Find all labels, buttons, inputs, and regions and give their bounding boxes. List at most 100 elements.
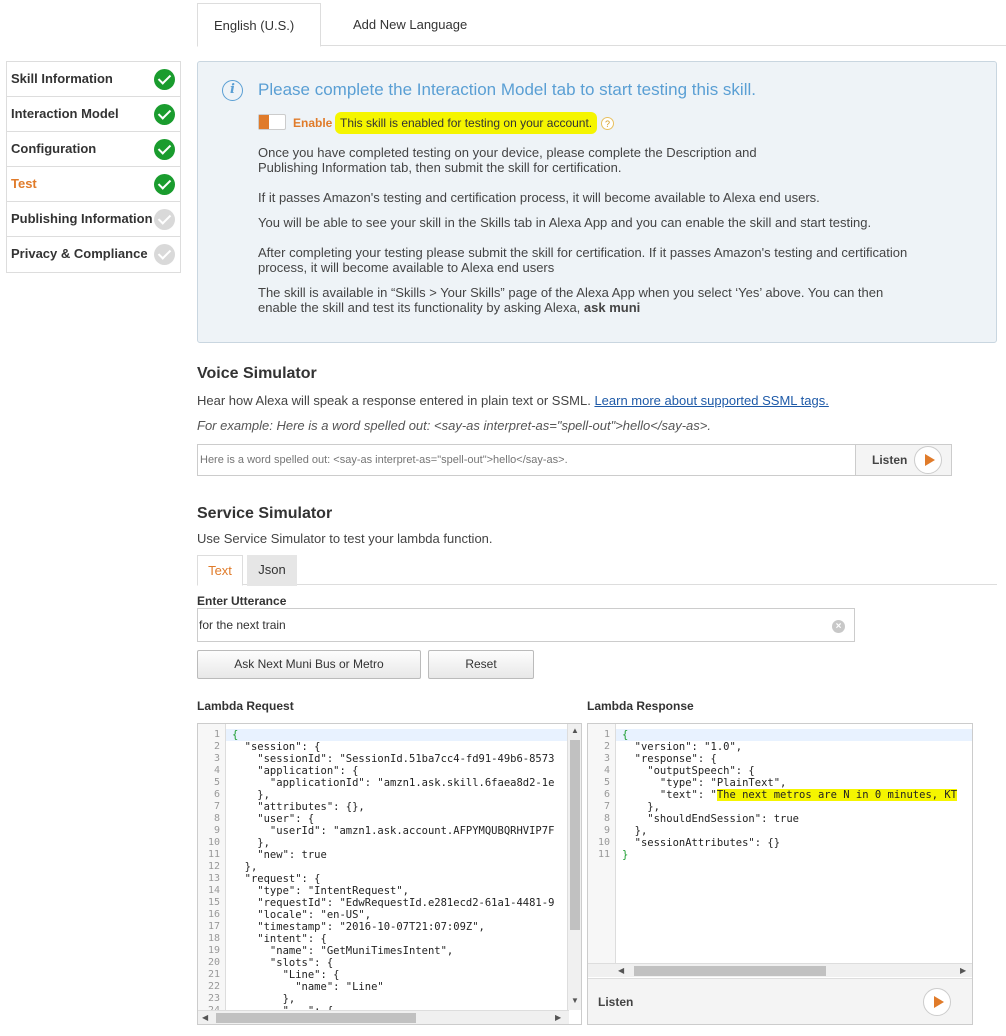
code-line: "request": { bbox=[232, 873, 321, 885]
line-number: 13 bbox=[207, 873, 220, 884]
scroll-left-icon[interactable]: ◀ bbox=[202, 1013, 208, 1022]
line-number: 11 bbox=[207, 849, 220, 860]
sidebar-item-label: Publishing Information bbox=[11, 211, 153, 226]
scroll-right-icon[interactable]: ▶ bbox=[555, 1013, 561, 1022]
scroll-thumb[interactable] bbox=[570, 740, 580, 930]
scroll-thumb[interactable] bbox=[216, 1013, 416, 1023]
voice-simulator-title: Voice Simulator bbox=[197, 365, 317, 382]
line-number: 20 bbox=[207, 957, 220, 968]
line-number: 4 bbox=[603, 765, 610, 776]
line-number: 12 bbox=[207, 861, 220, 872]
line-number: 7 bbox=[213, 801, 220, 812]
line-number: 9 bbox=[603, 825, 610, 836]
line-number: 5 bbox=[603, 777, 610, 788]
code-line: "intent": { bbox=[232, 933, 327, 945]
info-paragraph-5a: The skill is available in “Skills > Your… bbox=[258, 285, 884, 300]
code-line: }, bbox=[232, 993, 296, 1005]
scroll-right-icon[interactable]: ▶ bbox=[960, 966, 966, 975]
current-line-highlight bbox=[616, 729, 972, 741]
play-icon[interactable] bbox=[923, 988, 951, 1016]
line-number: 17 bbox=[207, 921, 220, 932]
voice-listen-button[interactable]: Listen bbox=[855, 445, 951, 475]
code-line: "shouldEndSession": true bbox=[622, 813, 800, 825]
sidebar-item-label: Privacy & Compliance bbox=[11, 246, 148, 261]
line-number: 9 bbox=[213, 825, 220, 836]
response-horizontal-scrollbar[interactable]: ◀ ▶ bbox=[588, 963, 972, 977]
tab-json[interactable]: Json bbox=[247, 555, 297, 586]
lambda-response-panel: 1 {2 "version": "1.0", 3 "response": {4 "o… bbox=[587, 723, 973, 1025]
listen-label: Listen bbox=[872, 453, 908, 467]
enable-toggle[interactable] bbox=[258, 114, 286, 130]
info-paragraph-2: If it passes Amazon's testing and certif… bbox=[258, 190, 820, 205]
clear-icon[interactable]: × bbox=[832, 620, 845, 633]
code-line: "slots": { bbox=[232, 957, 334, 969]
info-icon: i bbox=[222, 80, 243, 101]
sidebar-item-privacy-compliance[interactable]: Privacy & Compliance bbox=[7, 237, 180, 272]
sidebar-item-test[interactable]: Test bbox=[7, 167, 180, 202]
reset-button[interactable]: Reset bbox=[428, 650, 534, 679]
sidebar-item-label: Interaction Model bbox=[11, 106, 119, 121]
info-paragraph-5b-text: enable the skill and test its functional… bbox=[258, 300, 584, 315]
line-number: 2 bbox=[213, 741, 220, 752]
line-number: 2 bbox=[603, 741, 610, 752]
tab-english-us-label: English (U.S.) bbox=[214, 18, 295, 33]
code-line: "outputSpeech": { bbox=[622, 765, 755, 777]
code-line: { bbox=[232, 729, 239, 741]
sidebar-item-publishing-information[interactable]: Publishing Information bbox=[7, 202, 180, 237]
line-number: 10 bbox=[207, 837, 220, 848]
help-icon[interactable]: ? bbox=[601, 117, 614, 130]
line-number: 6 bbox=[213, 789, 220, 800]
ask-button[interactable]: Ask Next Muni Bus or Metro bbox=[197, 650, 421, 679]
code-line: "name": "Line" bbox=[232, 981, 384, 993]
line-number: 3 bbox=[603, 753, 610, 764]
line-number: 10 bbox=[597, 837, 610, 848]
line-number: 3 bbox=[213, 753, 220, 764]
code-line: "userId": "amzn1.ask.account.AFPYMQUBQRH… bbox=[232, 825, 555, 837]
ssml-input[interactable] bbox=[198, 445, 855, 475]
add-language-tab[interactable]: Add New Language bbox=[337, 3, 483, 47]
code-line: }, bbox=[232, 789, 270, 801]
tab-english-us[interactable]: English (U.S.) bbox=[197, 3, 321, 76]
sidebar-item-label: Configuration bbox=[11, 141, 97, 156]
toggle-knob bbox=[259, 115, 269, 129]
line-number: 6 bbox=[603, 789, 610, 800]
sidebar-item-interaction-model[interactable]: Interaction Model bbox=[7, 97, 180, 132]
ssml-example: For example: Here is a word spelled out:… bbox=[197, 418, 711, 433]
enabled-status-text: This skill is enabled for testing on you… bbox=[338, 115, 595, 131]
request-horizontal-scrollbar[interactable]: ◀ ▶ bbox=[198, 1010, 569, 1024]
code-line: }, bbox=[232, 837, 270, 849]
lambda-request-editor[interactable]: 1 {2 "session": {3 "sessionId": "SessionI… bbox=[197, 723, 582, 1025]
ssml-tags-link[interactable]: Learn more about supported SSML tags. bbox=[594, 393, 828, 408]
info-paragraph-4b: process, it will become available to Ale… bbox=[258, 260, 555, 275]
current-line-highlight bbox=[226, 729, 581, 741]
ssml-input-box: Listen bbox=[197, 444, 952, 476]
scroll-down-icon[interactable]: ▼ bbox=[571, 996, 579, 1005]
line-number: 1 bbox=[603, 729, 610, 740]
code-line: "attributes": {}, bbox=[232, 801, 365, 813]
code-line: "sessionAttributes": {} bbox=[622, 837, 781, 849]
tab-text[interactable]: Text bbox=[197, 555, 243, 586]
info-paragraph-1b: Publishing Information tab, then submit … bbox=[258, 160, 622, 175]
code-line: "timestamp": "2016-10-07T21:07:09Z", bbox=[232, 921, 485, 933]
response-listen-bar[interactable]: Listen bbox=[588, 978, 972, 1024]
utterance-input[interactable]: for the next train × bbox=[197, 608, 855, 642]
line-number: 7 bbox=[603, 801, 610, 812]
code-line: "new": true bbox=[232, 849, 327, 861]
scroll-left-icon[interactable]: ◀ bbox=[618, 966, 624, 975]
info-paragraph-5b: enable the skill and test its functional… bbox=[258, 300, 640, 315]
scroll-thumb[interactable] bbox=[634, 966, 826, 976]
response-listen-label: Listen bbox=[598, 995, 634, 1009]
language-tabs: English (U.S.) Add New Language bbox=[197, 0, 1006, 76]
panel-title: Please complete the Interaction Model ta… bbox=[258, 80, 756, 99]
request-vertical-scrollbar[interactable]: ▲ ▼ bbox=[567, 724, 581, 1010]
code-line: "locale": "en-US", bbox=[232, 909, 372, 921]
scroll-up-icon[interactable]: ▲ bbox=[571, 726, 579, 735]
code-line: "type": "PlainText", bbox=[622, 777, 787, 789]
check-circle-icon bbox=[154, 244, 175, 265]
line-number: 8 bbox=[603, 813, 610, 824]
sidebar-item-skill-information[interactable]: Skill Information bbox=[7, 62, 180, 97]
code-line: "requestId": "EdwRequestId.e281ecd2-61a1… bbox=[232, 897, 555, 909]
sidebar-nav: Skill Information Interaction Model Conf… bbox=[6, 61, 181, 273]
sidebar-item-configuration[interactable]: Configuration bbox=[7, 132, 180, 167]
line-number: 15 bbox=[207, 897, 220, 908]
